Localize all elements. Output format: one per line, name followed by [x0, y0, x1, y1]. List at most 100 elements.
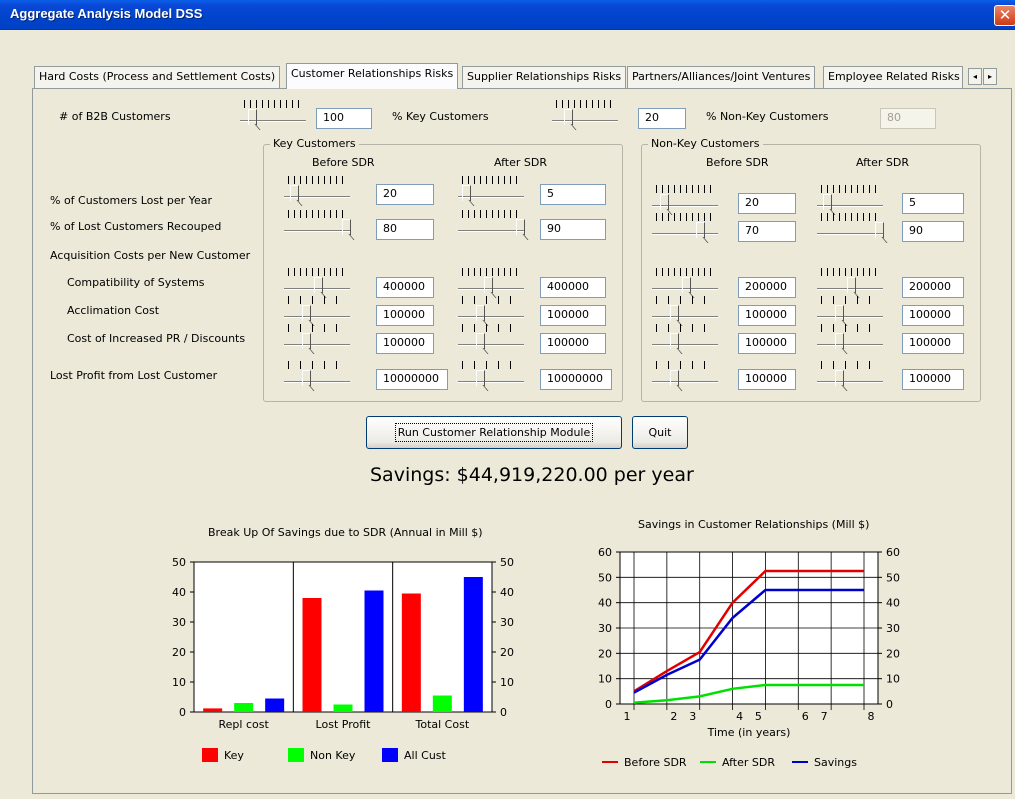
tab-scroll-left-icon[interactable]: ◂ — [968, 68, 982, 85]
key-after-acclim-slider[interactable] — [458, 296, 526, 324]
nonkey-after-recouped-slider[interactable] — [817, 213, 885, 241]
key-customers-pct-slider[interactable] — [552, 100, 620, 128]
quit-button-label: Quit — [648, 426, 672, 439]
nonkey-before-lost-profit-slider[interactable] — [652, 361, 720, 389]
slider-thumb[interactable] — [342, 219, 351, 235]
line-xtick-label: 3 — [689, 710, 696, 723]
slider-track — [458, 230, 524, 232]
slider-thumb[interactable] — [302, 333, 311, 349]
slider-thumb[interactable] — [248, 109, 257, 125]
nonkey-before-acclim-slider[interactable] — [652, 296, 720, 324]
key-before-lost-profit-slider[interactable] — [284, 361, 352, 389]
line-xtick-label: 8 — [868, 710, 875, 723]
slider-thumb[interactable] — [516, 219, 525, 235]
key-after-header: After SDR — [494, 156, 548, 169]
slider-thumb[interactable] — [660, 194, 669, 210]
key-after-recouped-slider[interactable] — [458, 210, 526, 238]
slider-thumb[interactable] — [484, 277, 493, 293]
key-after-recouped-input[interactable]: 90 — [540, 219, 606, 240]
key-before-pr-input[interactable]: 100000 — [376, 333, 434, 354]
nonkey-before-lost-per-year-input[interactable]: 20 — [738, 193, 796, 214]
nonkey-after-lost-profit-input[interactable]: 100000 — [902, 369, 964, 390]
nonkey-before-lost-per-year-slider[interactable] — [652, 185, 720, 213]
nonkey-before-compat-input[interactable]: 200000 — [738, 277, 796, 298]
slider-thumb[interactable] — [290, 185, 299, 201]
nonkey-before-acclim-input[interactable]: 100000 — [738, 305, 796, 326]
slider-ticks — [288, 324, 346, 332]
nonkey-before-recouped-input[interactable]: 70 — [738, 221, 796, 242]
slider-thumb[interactable] — [835, 305, 844, 321]
nonkey-before-lost-profit-input[interactable]: 100000 — [738, 369, 796, 390]
nonkey-after-recouped-input[interactable]: 90 — [902, 221, 964, 242]
slider-thumb[interactable] — [314, 277, 323, 293]
line-xtick-label: 4 — [736, 710, 743, 723]
slider-thumb[interactable] — [670, 370, 679, 386]
line-legend-label: Savings — [814, 756, 857, 769]
key-before-compat-slider[interactable] — [284, 268, 352, 296]
key-after-lost-profit-input[interactable]: 10000000 — [540, 369, 612, 390]
slider-thumb[interactable] — [835, 370, 844, 386]
key-after-lost-per-year-input[interactable]: 5 — [540, 184, 606, 205]
key-after-lost-per-year-slider[interactable] — [458, 176, 526, 204]
nonkey-after-pr-input[interactable]: 100000 — [902, 333, 964, 354]
slider-thumb[interactable] — [564, 109, 573, 125]
slider-thumb[interactable] — [682, 277, 691, 293]
key-before-lost-per-year-input[interactable]: 20 — [376, 184, 434, 205]
key-before-acclim-input[interactable]: 100000 — [376, 305, 434, 326]
slider-thumb[interactable] — [823, 194, 832, 210]
b2b-customers-slider[interactable] — [240, 100, 308, 128]
slider-thumb[interactable] — [302, 370, 311, 386]
slider-thumb[interactable] — [696, 222, 705, 238]
slider-ticks — [244, 100, 302, 108]
title-bar[interactable]: Aggregate Analysis Model DSS ✕ — [0, 0, 1015, 30]
line-ytick-label-right: 50 — [886, 571, 900, 584]
nonkey-before-pr-slider[interactable] — [652, 324, 720, 352]
key-after-pr-slider[interactable] — [458, 324, 526, 352]
key-before-lost-profit-input[interactable]: 10000000 — [376, 369, 448, 390]
bar-chart: 0 0 10 10 20 20 30 30 40 40 50 50 Repl cost Lost Prof… — [172, 556, 514, 762]
tab-hard-costs[interactable]: Hard Costs (Process and Settlement Costs… — [34, 66, 281, 88]
nonkey-after-acclim-input[interactable]: 100000 — [902, 305, 964, 326]
nonkey-before-recouped-slider[interactable] — [652, 213, 720, 241]
key-before-lost-per-year-slider[interactable] — [284, 176, 352, 204]
slider-thumb[interactable] — [302, 305, 311, 321]
nonkey-before-compat-slider[interactable] — [652, 268, 720, 296]
key-before-compat-input[interactable]: 400000 — [376, 277, 434, 298]
quit-button[interactable]: Quit — [632, 416, 688, 449]
slider-thumb[interactable] — [670, 305, 679, 321]
close-button[interactable]: ✕ — [994, 5, 1015, 26]
slider-thumb[interactable] — [835, 333, 844, 349]
tab-supplier-relationships[interactable]: Supplier Relationships Risks — [462, 66, 627, 88]
slider-thumb[interactable] — [476, 370, 485, 386]
key-after-lost-profit-slider[interactable] — [458, 361, 526, 389]
key-after-acclim-input[interactable]: 100000 — [540, 305, 606, 326]
slider-thumb[interactable] — [847, 277, 856, 293]
tab-partners-alliances[interactable]: Partners/Alliances/Joint Ventures — [627, 66, 816, 88]
key-after-compat-input[interactable]: 400000 — [540, 277, 606, 298]
tab-employee-risks[interactable]: Employee Related Risks — [823, 66, 963, 88]
nonkey-after-compat-input[interactable]: 200000 — [902, 277, 964, 298]
run-module-button[interactable]: Run Customer Relationship Module — [366, 416, 622, 449]
nonkey-before-pr-input[interactable]: 100000 — [738, 333, 796, 354]
b2b-customers-input[interactable]: 100 — [316, 108, 372, 129]
tab-customer-relationships[interactable]: Customer Relationships Risks — [286, 63, 459, 89]
nonkey-after-acclim-slider[interactable] — [817, 296, 885, 324]
nonkey-after-lost-per-year-slider[interactable] — [817, 185, 885, 213]
key-before-acclim-slider[interactable] — [284, 296, 352, 324]
key-before-pr-slider[interactable] — [284, 324, 352, 352]
nonkey-after-compat-slider[interactable] — [817, 268, 885, 296]
slider-thumb[interactable] — [670, 333, 679, 349]
key-after-pr-input[interactable]: 100000 — [540, 333, 606, 354]
nonkey-after-lost-profit-slider[interactable] — [817, 361, 885, 389]
key-after-compat-slider[interactable] — [458, 268, 526, 296]
nonkey-after-pr-slider[interactable] — [817, 324, 885, 352]
key-before-recouped-input[interactable]: 80 — [376, 219, 434, 240]
key-before-recouped-slider[interactable] — [284, 210, 352, 238]
key-customers-pct-input[interactable]: 20 — [638, 108, 686, 129]
slider-thumb[interactable] — [875, 222, 884, 238]
nonkey-after-lost-per-year-input[interactable]: 5 — [902, 193, 964, 214]
slider-thumb[interactable] — [462, 185, 471, 201]
slider-thumb[interactable] — [476, 333, 485, 349]
slider-thumb[interactable] — [476, 305, 485, 321]
tab-scroll-right-icon[interactable]: ▸ — [983, 68, 997, 85]
